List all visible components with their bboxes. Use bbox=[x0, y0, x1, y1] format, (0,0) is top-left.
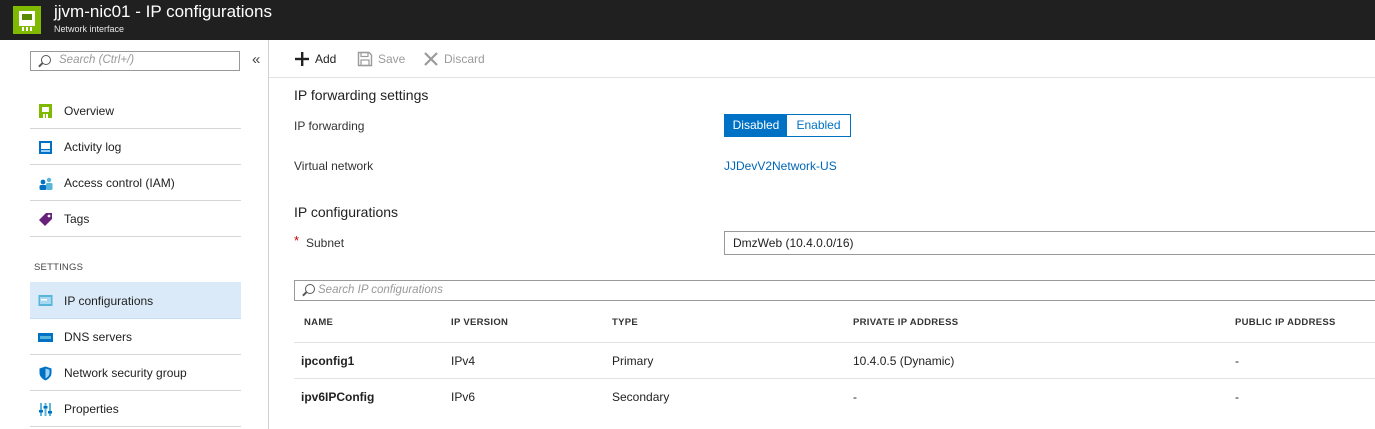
discard-label: Discard bbox=[444, 52, 485, 66]
dns-icon bbox=[38, 333, 53, 342]
command-bar: Add Save Discard bbox=[269, 40, 1375, 78]
collapse-sidebar-button[interactable]: « bbox=[252, 51, 260, 69]
save-label: Save bbox=[378, 52, 406, 66]
sidebar-item-tags[interactable]: Tags bbox=[30, 202, 241, 237]
add-button[interactable]: Add bbox=[294, 51, 344, 67]
save-button[interactable]: Save bbox=[357, 51, 409, 67]
sidebar-item-dns-servers[interactable]: DNS servers bbox=[30, 320, 241, 355]
add-label: Add bbox=[315, 52, 337, 66]
sidebar-item-label: Network security group bbox=[64, 366, 187, 380]
ip-forwarding-label: IP forwarding bbox=[294, 119, 365, 133]
search-icon bbox=[41, 55, 51, 65]
sidebar-item-activity-log[interactable]: Activity log bbox=[30, 130, 241, 165]
required-marker: * bbox=[294, 233, 300, 248]
discard-button[interactable]: Discard bbox=[423, 51, 487, 67]
sidebar-item-properties[interactable]: Properties bbox=[30, 392, 241, 427]
page-subtitle: Network interface bbox=[54, 24, 125, 34]
sidebar-search-input[interactable]: Search (Ctrl+/) bbox=[30, 51, 240, 71]
ip-forwarding-toggle: Disabled Enabled bbox=[724, 114, 851, 137]
cell-public-ip: - bbox=[1235, 390, 1239, 404]
shield-icon bbox=[39, 366, 52, 381]
cell-name: ipv6IPConfig bbox=[301, 390, 375, 404]
subnet-value: DmzWeb (10.4.0.0/16) bbox=[733, 236, 854, 250]
sidebar-item-label: Tags bbox=[64, 212, 90, 226]
cell-ip-version: IPv6 bbox=[451, 390, 476, 404]
subnet-label: Subnet bbox=[306, 236, 345, 250]
overview-icon bbox=[39, 104, 52, 118]
subnet-dropdown[interactable]: DmzWeb (10.4.0.0/16) bbox=[724, 231, 1375, 255]
column-header-private-ip[interactable]: PRIVATE IP ADDRESS bbox=[853, 317, 958, 328]
cell-type: Primary bbox=[612, 354, 654, 368]
sidebar-item-label: Access control (IAM) bbox=[64, 176, 175, 190]
plus-icon bbox=[295, 52, 309, 66]
cell-ip-version: IPv4 bbox=[451, 354, 476, 368]
sidebar: Search (Ctrl+/) « Overview Activity log … bbox=[0, 40, 269, 429]
cell-name: ipconfig1 bbox=[301, 354, 355, 368]
sidebar-item-ip-configurations[interactable]: IP configurations bbox=[30, 282, 241, 319]
sidebar-item-label: Activity log bbox=[64, 140, 122, 154]
virtual-network-link[interactable]: JJDevV2Network-US bbox=[724, 159, 837, 173]
virtual-network-label: Virtual network bbox=[294, 159, 374, 173]
network-interface-icon bbox=[13, 6, 41, 34]
ip-configurations-heading: IP configurations bbox=[294, 204, 399, 220]
iam-icon bbox=[39, 177, 53, 190]
search-icon bbox=[305, 284, 315, 294]
page-title: jjvm-nic01 - IP configurations bbox=[54, 2, 272, 21]
cell-private-ip: - bbox=[853, 390, 857, 404]
sidebar-item-label: Properties bbox=[64, 402, 119, 416]
sidebar-item-network-security-group[interactable]: Network security group bbox=[30, 356, 241, 391]
sidebar-item-access-control[interactable]: Access control (IAM) bbox=[30, 166, 241, 201]
table-row[interactable]: ipconfig1 IPv4 Primary 10.4.0.5 (Dynamic… bbox=[294, 342, 1375, 378]
close-icon bbox=[424, 52, 438, 66]
table-row[interactable]: ipv6IPConfig IPv6 Secondary - - bbox=[294, 378, 1375, 414]
settings-section-label: SETTINGS bbox=[34, 262, 84, 273]
ip-forwarding-heading: IP forwarding settings bbox=[294, 87, 429, 103]
ip-config-search-placeholder: Search IP configurations bbox=[318, 284, 443, 296]
blade-header: jjvm-nic01 - IP configurations Network i… bbox=[0, 0, 1375, 40]
column-header-type[interactable]: TYPE bbox=[612, 317, 638, 328]
ip-config-icon bbox=[38, 295, 53, 306]
activity-log-icon bbox=[39, 141, 52, 154]
sidebar-item-overview[interactable]: Overview bbox=[30, 94, 241, 129]
column-header-name[interactable]: NAME bbox=[304, 317, 333, 328]
ip-forwarding-enabled-option[interactable]: Enabled bbox=[787, 115, 850, 136]
cell-public-ip: - bbox=[1235, 354, 1239, 368]
tag-icon bbox=[39, 213, 52, 226]
ip-config-search-input[interactable]: Search IP configurations bbox=[294, 280, 1375, 301]
column-header-ip-version[interactable]: IP VERSION bbox=[451, 317, 508, 328]
ip-forwarding-disabled-option[interactable]: Disabled bbox=[725, 115, 787, 136]
column-header-public-ip[interactable]: PUBLIC IP ADDRESS bbox=[1235, 317, 1336, 328]
sidebar-search-placeholder: Search (Ctrl+/) bbox=[59, 54, 135, 66]
cell-type: Secondary bbox=[612, 390, 670, 404]
sidebar-item-label: DNS servers bbox=[64, 330, 133, 344]
cell-private-ip: 10.4.0.5 (Dynamic) bbox=[853, 354, 955, 368]
save-icon bbox=[357, 51, 373, 67]
sidebar-item-label: Overview bbox=[64, 104, 115, 118]
properties-icon bbox=[39, 403, 52, 416]
sidebar-item-label: IP configurations bbox=[64, 294, 154, 308]
